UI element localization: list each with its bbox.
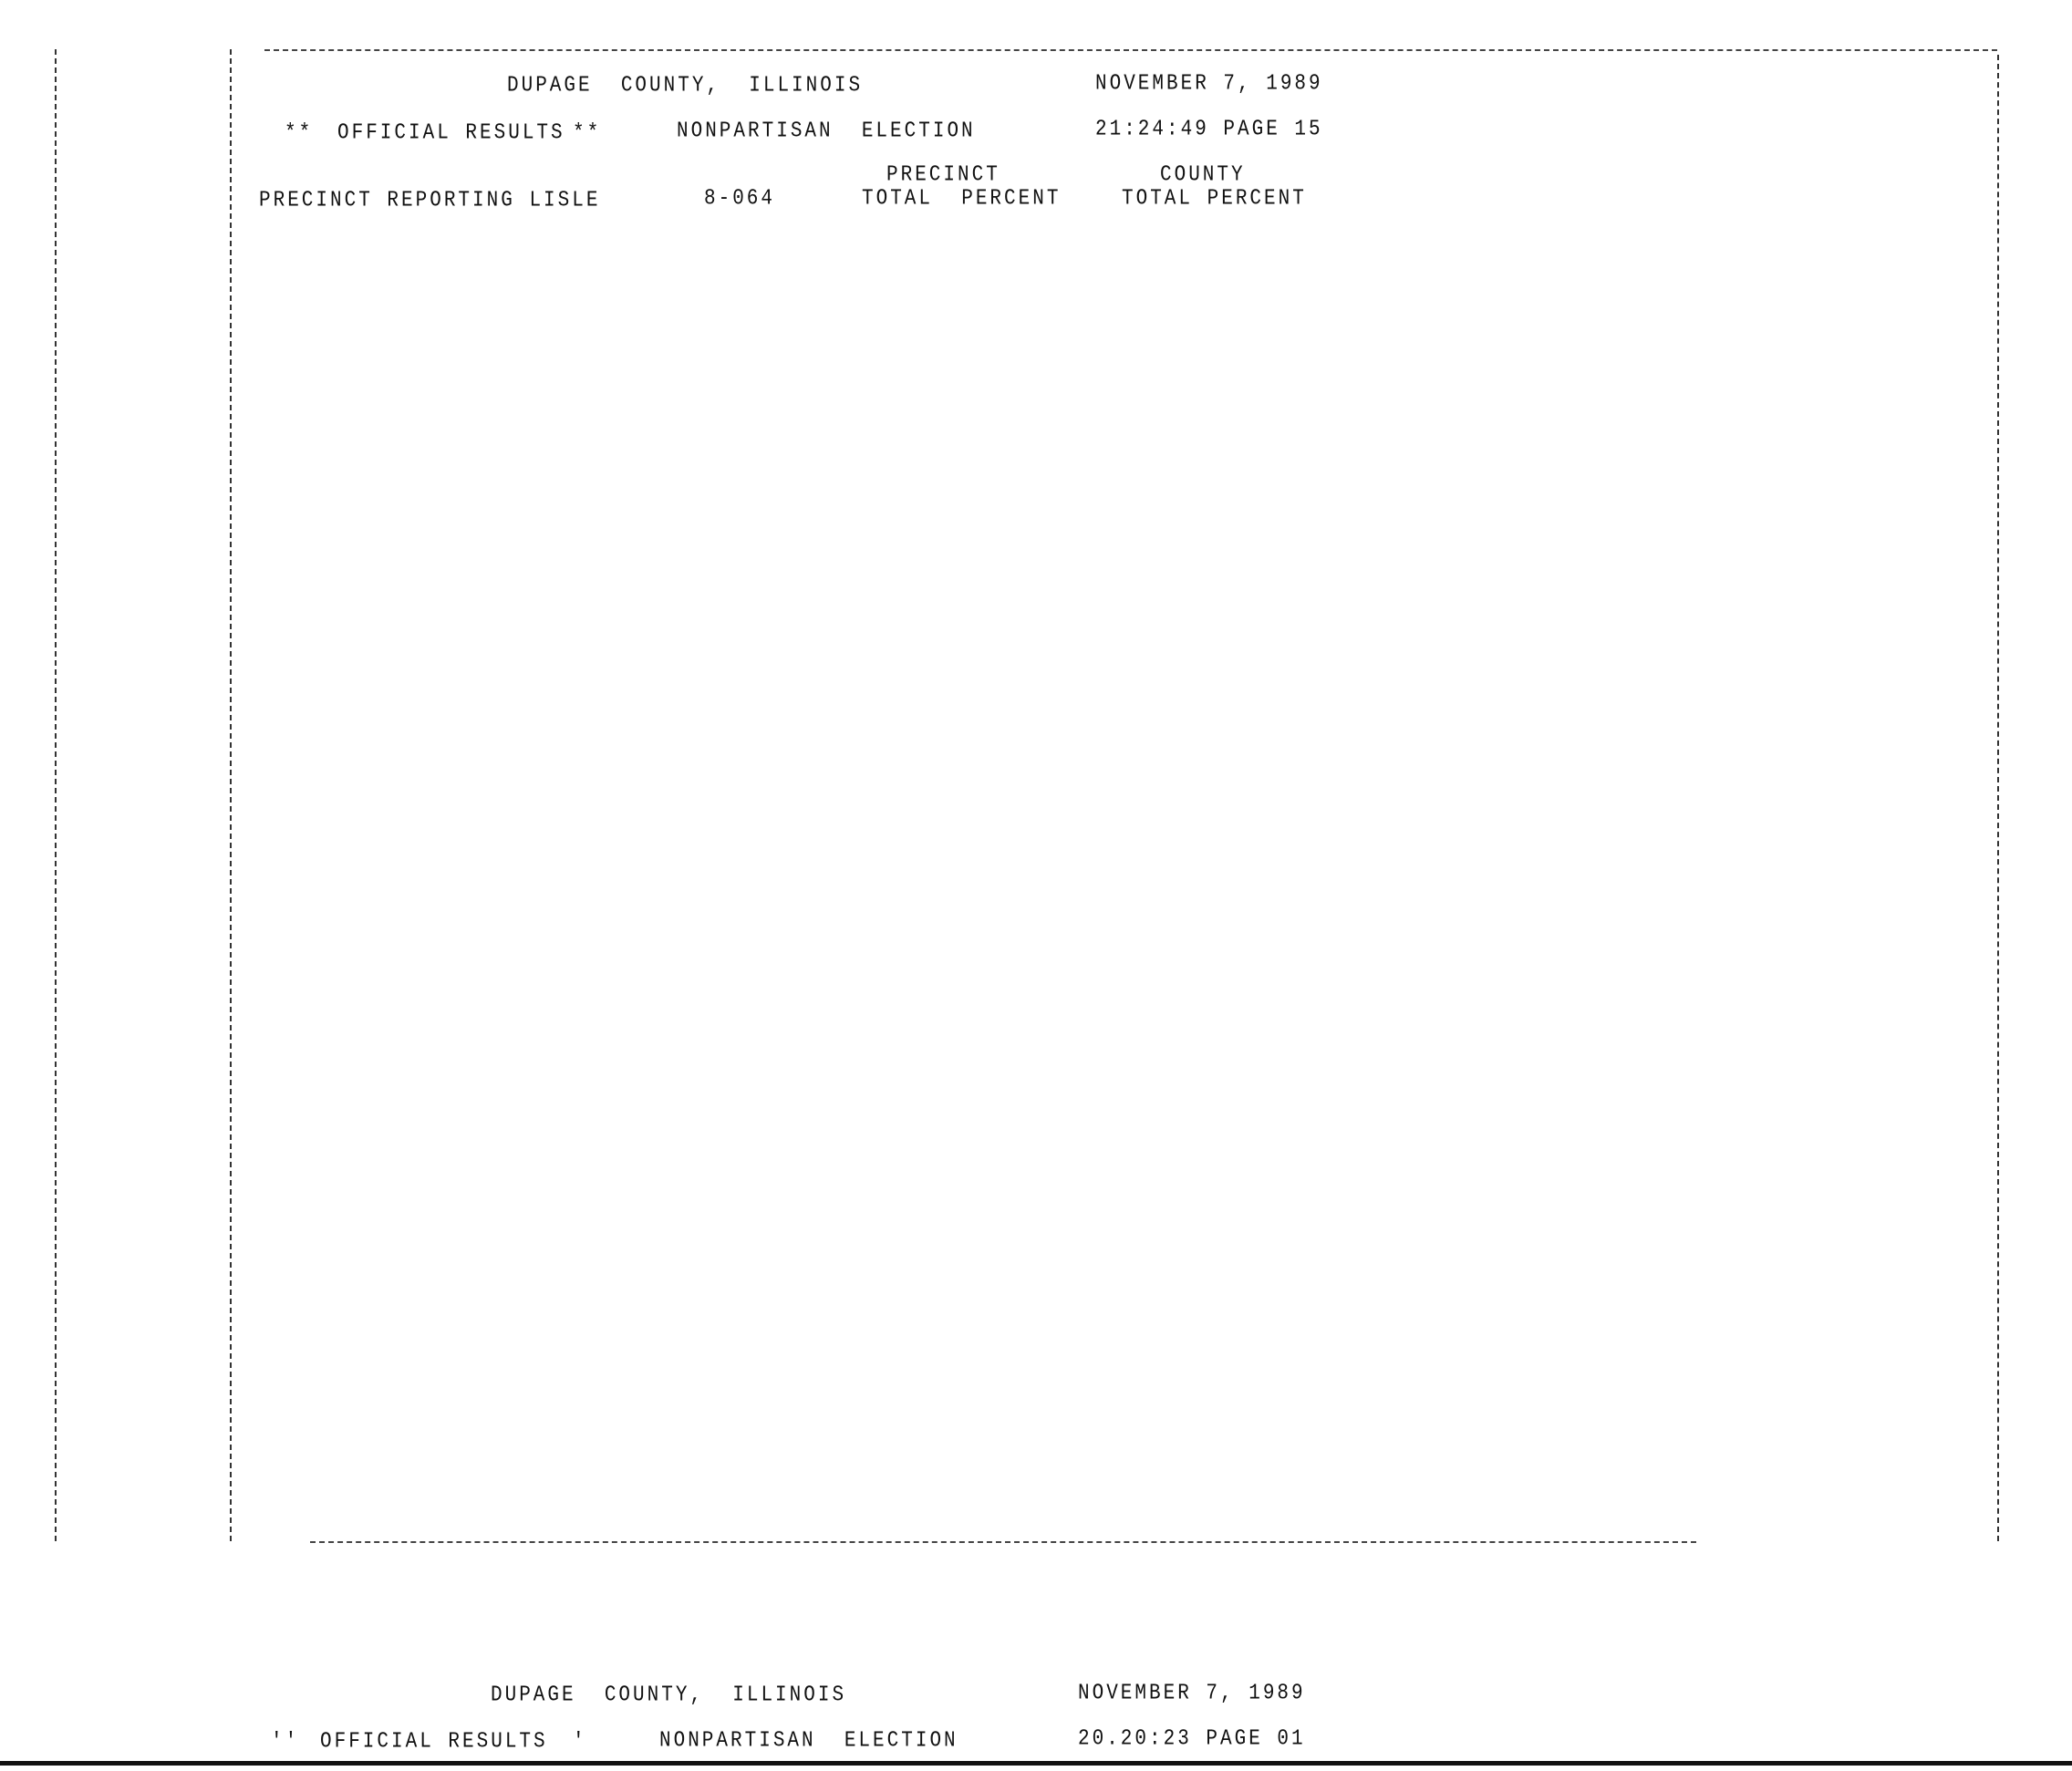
precinct-id: 8-064 xyxy=(704,187,776,212)
official-marks-right: ' xyxy=(573,1730,587,1755)
outer-left-margin-line xyxy=(55,49,57,1541)
official-results-label: OFFICIAL RESULTS xyxy=(337,121,565,146)
report-date: NOVEMBER 7, 1989 xyxy=(1095,72,1323,97)
official-marks-left: '' xyxy=(271,1730,300,1755)
county-title: DUPAGE COUNTY, ILLINOIS xyxy=(507,74,864,98)
left-border xyxy=(230,49,232,1541)
right-border xyxy=(1997,55,1999,1541)
col-header-precinct: PRECINCT xyxy=(886,163,1000,188)
col-header-county: COUNTY xyxy=(1160,163,1246,188)
official-results-label: OFFICIAL RESULTS xyxy=(320,1730,548,1755)
election-type: NONPARTISAN ELECTION xyxy=(659,1729,958,1754)
bottom-border xyxy=(310,1541,1696,1543)
row-label: PRECINCT REPORTING LISLE xyxy=(259,189,601,213)
election-type: NONPARTISAN ELECTION xyxy=(677,119,976,144)
top-border xyxy=(264,49,1997,51)
report-date: NOVEMBER 7, 1989 xyxy=(1078,1682,1306,1706)
official-marks-right: ** xyxy=(573,121,602,146)
precinct-subheader: TOTAL PERCENT xyxy=(862,187,1062,212)
county-title: DUPAGE COUNTY, ILLINOIS xyxy=(491,1683,847,1708)
time-page: 21:24:49 PAGE 15 xyxy=(1095,118,1323,142)
bottom-rule xyxy=(0,1761,2072,1766)
official-marks-left: ** xyxy=(285,121,314,146)
county-subheader: TOTAL PERCENT xyxy=(1122,187,1307,212)
time-page: 20.20:23 PAGE 01 xyxy=(1078,1727,1306,1752)
